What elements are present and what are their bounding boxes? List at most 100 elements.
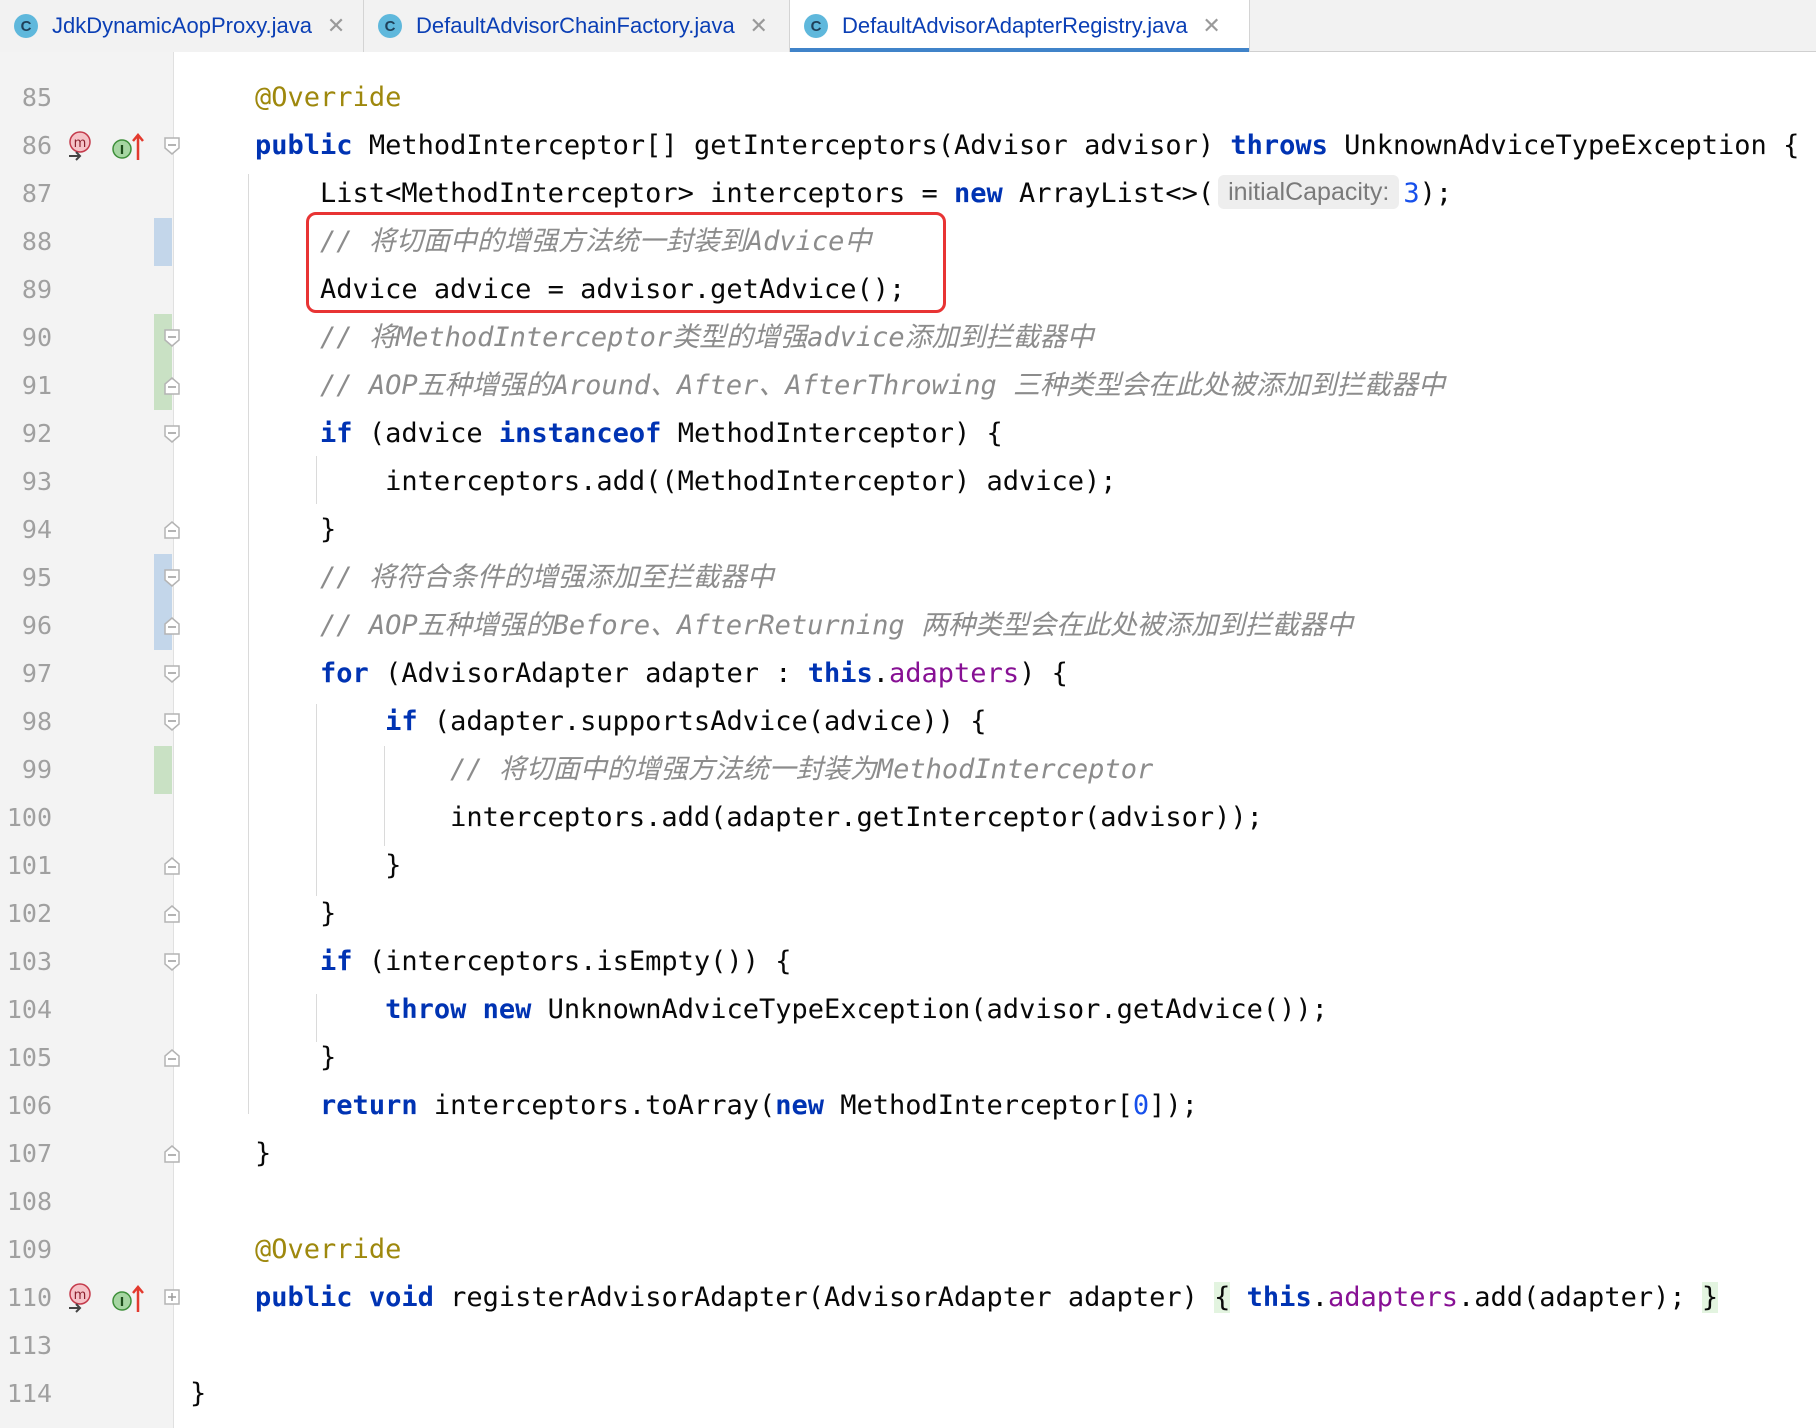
close-icon[interactable]: ✕ <box>749 13 769 39</box>
fold-collapse-icon[interactable] <box>163 424 181 444</box>
line-number[interactable]: 110 <box>0 1274 52 1322</box>
close-icon[interactable]: ✕ <box>326 13 346 39</box>
line-number[interactable]: 104 <box>0 986 52 1034</box>
line-number[interactable]: 107 <box>0 1130 52 1178</box>
code-text[interactable]: return interceptors.toArray(new MethodIn… <box>190 1082 1198 1130</box>
line-number[interactable]: 93 <box>0 458 52 506</box>
code-text[interactable]: interceptors.add(adapter.getInterceptor(… <box>190 794 1263 842</box>
code-text[interactable]: @Override <box>190 74 401 122</box>
code-text[interactable]: if (interceptors.isEmpty()) { <box>190 938 791 986</box>
line-number[interactable]: 90 <box>0 314 52 362</box>
fold-collapse-icon[interactable] <box>163 328 181 348</box>
code-text[interactable]: } <box>190 1130 271 1178</box>
line-number[interactable]: 109 <box>0 1226 52 1274</box>
line-number[interactable]: 103 <box>0 938 52 986</box>
line-number[interactable]: 101 <box>0 842 52 890</box>
fold-collapse-icon[interactable] <box>163 520 181 540</box>
line-number[interactable]: 94 <box>0 506 52 554</box>
code-text[interactable]: if (advice instanceof MethodInterceptor)… <box>190 410 1003 458</box>
code-text[interactable]: public MethodInterceptor[] getIntercepto… <box>190 122 1799 170</box>
code-text[interactable]: } <box>190 1034 336 1082</box>
code-text[interactable]: @Override <box>190 1226 401 1274</box>
code-token: interceptors.toArray( <box>417 1090 776 1121</box>
line-number[interactable]: 91 <box>0 362 52 410</box>
fold-collapse-icon[interactable] <box>163 568 181 588</box>
code-text[interactable]: // 将MethodInterceptor类型的增强advice添加到拦截器中 <box>190 314 1094 362</box>
line-number[interactable]: 105 <box>0 1034 52 1082</box>
code-text[interactable]: } <box>190 890 336 938</box>
code-text[interactable]: interceptors.add((MethodInterceptor) adv… <box>190 458 1117 506</box>
line-number[interactable]: 100 <box>0 794 52 842</box>
code-token: public <box>255 1282 353 1313</box>
line-number[interactable]: 95 <box>0 554 52 602</box>
fold-collapse-icon[interactable] <box>163 136 181 156</box>
line-number[interactable]: 85 <box>0 74 52 122</box>
code-token: UnknownAdviceTypeException(advisor.getAd… <box>531 994 1328 1025</box>
code-text[interactable]: // AOP五种增强的Before、AfterReturning 两种类型会在此… <box>190 602 1353 650</box>
code-text[interactable]: } <box>190 842 401 890</box>
code-token: } <box>190 1378 207 1409</box>
fold-collapse-icon[interactable] <box>163 712 181 732</box>
line-number[interactable]: 102 <box>0 890 52 938</box>
line-number[interactable]: 97 <box>0 650 52 698</box>
line-number[interactable]: 86 <box>0 122 52 170</box>
code-token: . <box>872 658 890 689</box>
close-icon[interactable]: ✕ <box>1202 13 1222 39</box>
code-token: public <box>255 130 353 161</box>
fold-collapse-icon[interactable] <box>163 952 181 972</box>
code-text[interactable]: List<MethodInterceptor> interceptors = n… <box>190 170 1452 218</box>
line-number[interactable]: 114 <box>0 1370 52 1418</box>
code-line: 114} <box>0 1370 1816 1418</box>
code-text[interactable]: throw new UnknownAdviceTypeException(adv… <box>190 986 1328 1034</box>
fold-expand-icon[interactable] <box>163 1288 181 1308</box>
code-token: ); <box>1419 178 1453 209</box>
code-text[interactable]: // 将切面中的增强方法统一封装为MethodInterceptor <box>190 746 1153 794</box>
fold-collapse-icon[interactable] <box>163 664 181 684</box>
vcs-change-marker[interactable] <box>154 746 172 794</box>
override-method-icon[interactable]: m <box>66 130 100 168</box>
line-number[interactable]: 106 <box>0 1082 52 1130</box>
override-method-icon[interactable]: m <box>66 1282 100 1320</box>
line-number[interactable]: 108 <box>0 1178 52 1226</box>
line-number[interactable]: 96 <box>0 602 52 650</box>
code-line: 104 throw new UnknownAdviceTypeException… <box>0 986 1816 1034</box>
code-token: MethodInterceptor[] getInterceptors(Advi… <box>352 130 1231 161</box>
code-token: if <box>385 706 418 737</box>
tab-1[interactable]: C JdkDynamicAopProxy.java ✕ <box>0 0 364 52</box>
fold-collapse-icon[interactable] <box>163 856 181 876</box>
code-text[interactable]: // AOP五种增强的Around、After、AfterThrowing 三种… <box>190 362 1445 410</box>
line-number[interactable]: 99 <box>0 746 52 794</box>
fold-collapse-icon[interactable] <box>163 904 181 924</box>
code-text[interactable]: if (adapter.supportsAdvice(advice)) { <box>190 698 986 746</box>
implements-interface-icon[interactable]: I <box>110 130 146 168</box>
fold-collapse-icon[interactable] <box>163 376 181 396</box>
implements-interface-icon[interactable]: I <box>110 1282 146 1320</box>
line-number[interactable]: 98 <box>0 698 52 746</box>
tab-3[interactable]: C DefaultAdvisorAdapterRegistry.java ✕ <box>790 0 1250 53</box>
code-line: 106 return interceptors.toArray(new Meth… <box>0 1082 1816 1130</box>
fold-collapse-icon[interactable] <box>163 1048 181 1068</box>
code-text[interactable]: for (AdvisorAdapter adapter : this.adapt… <box>190 650 1068 698</box>
line-number[interactable]: 113 <box>0 1322 52 1370</box>
code-text[interactable]: // 将符合条件的增强添加至拦截器中 <box>190 554 774 602</box>
line-number[interactable]: 88 <box>0 218 52 266</box>
fold-collapse-icon[interactable] <box>163 616 181 636</box>
code-text[interactable]: } <box>190 506 336 554</box>
line-number[interactable]: 87 <box>0 170 52 218</box>
tab-2[interactable]: C DefaultAdvisorChainFactory.java ✕ <box>364 0 790 52</box>
fold-collapse-icon[interactable] <box>163 1144 181 1164</box>
line-number[interactable]: 92 <box>0 410 52 458</box>
code-line: 109 @Override <box>0 1226 1816 1274</box>
code-text[interactable]: } <box>190 1370 206 1418</box>
vcs-change-marker[interactable] <box>154 218 172 266</box>
code-line: 102 } <box>0 890 1816 938</box>
code-token: MethodInterceptor[ <box>824 1090 1133 1121</box>
code-token: (interceptors.isEmpty()) { <box>352 946 792 977</box>
code-text[interactable]: public void registerAdvisorAdapter(Advis… <box>190 1274 1719 1322</box>
line-number[interactable]: 89 <box>0 266 52 314</box>
